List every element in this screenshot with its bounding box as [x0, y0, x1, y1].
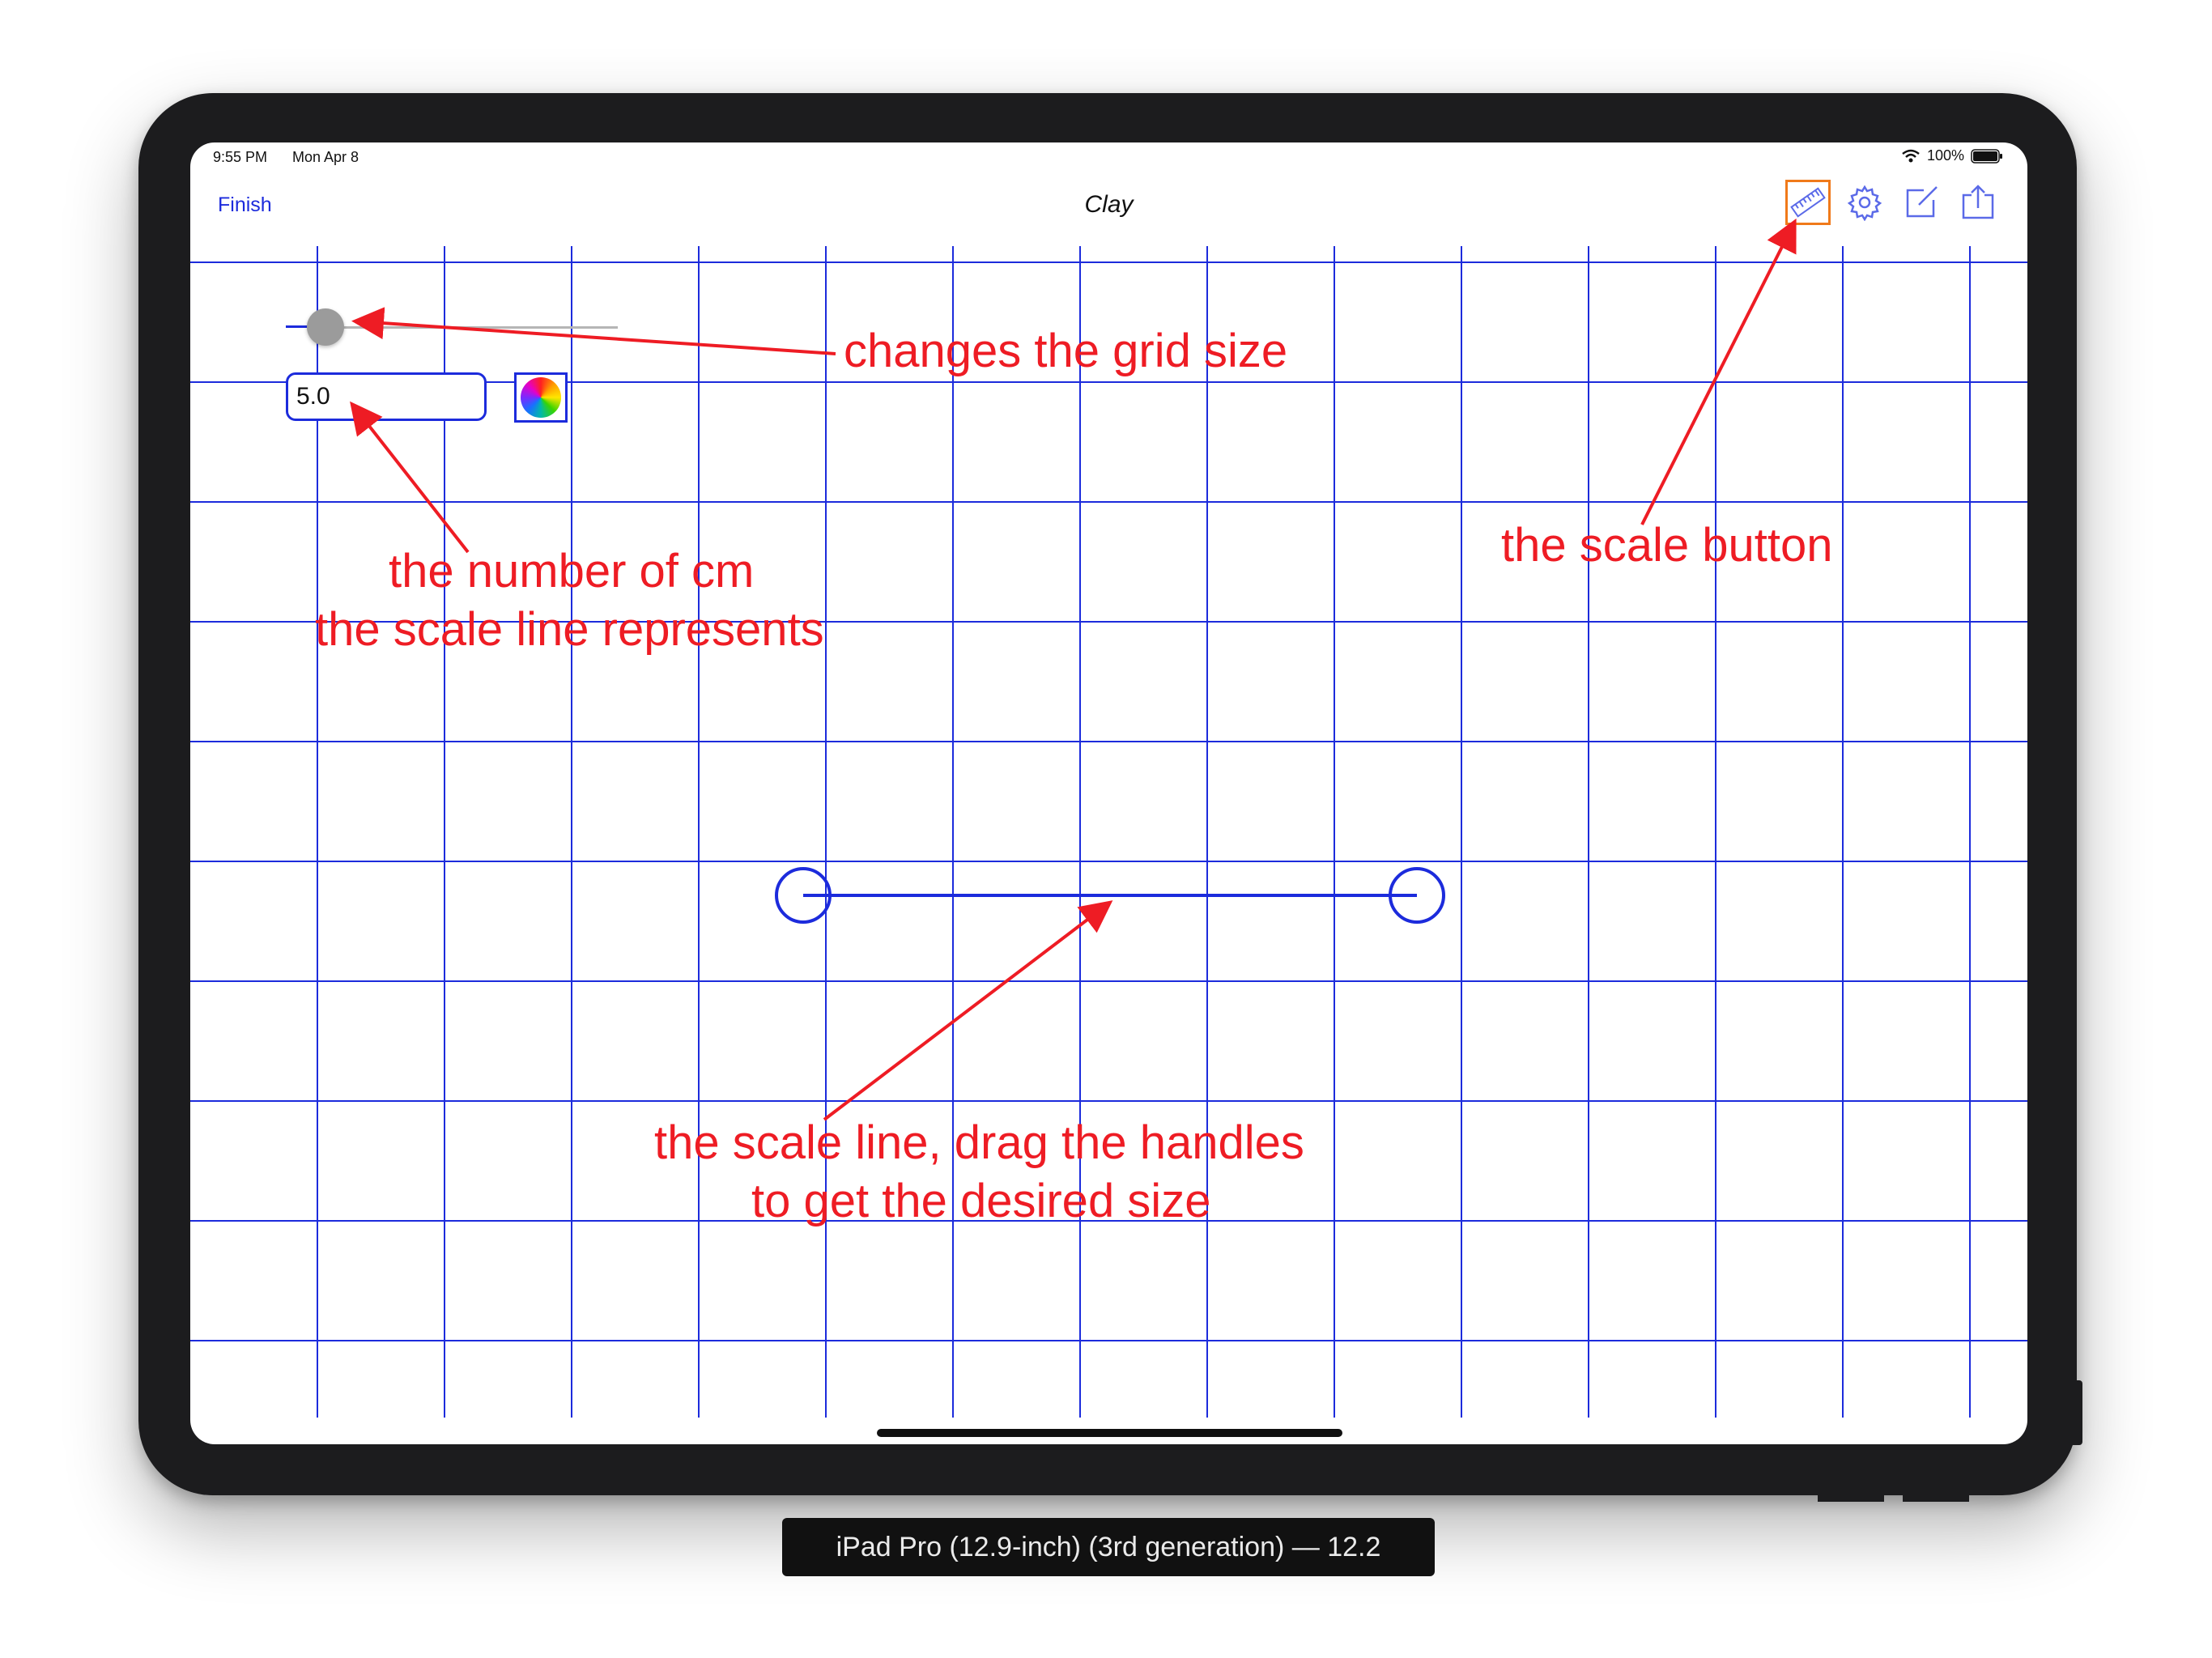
bottom-button-right: [1903, 1492, 1969, 1502]
battery-percent: 100%: [1926, 147, 1964, 164]
settings-button[interactable]: [1842, 180, 1887, 225]
gear-icon: [1847, 185, 1882, 221]
compose-icon: [1906, 186, 1938, 218]
annotation-cm-line1: the number of cm: [389, 545, 755, 597]
page-title: Clay: [1084, 191, 1134, 218]
share-icon: [1962, 185, 1994, 219]
cm-value-field[interactable]: [286, 372, 487, 421]
annotation-scale-line2: to get the desired size: [751, 1175, 1211, 1227]
annotation-scale-line1: the scale line, drag the handles: [654, 1116, 1304, 1169]
color-wheel-icon: [521, 377, 561, 418]
ruler-icon: [1790, 187, 1826, 218]
status-time: 9:55 PM: [213, 149, 268, 165]
volume-button: [2071, 1380, 2082, 1445]
slider-track-max: [318, 326, 618, 329]
share-button[interactable]: [1955, 180, 2001, 225]
device-caption: iPad Pro (12.9-inch) (3rd generation) — …: [782, 1518, 1435, 1576]
annotation-grid-size: changes the grid size: [844, 325, 1288, 377]
color-picker-button[interactable]: [514, 372, 568, 423]
home-indicator[interactable]: [877, 1429, 1342, 1437]
annotation-cm-line2: the scale line represents: [315, 603, 824, 656]
battery-icon: [1971, 148, 2002, 164]
grid-size-slider[interactable]: [286, 307, 618, 347]
scale-button[interactable]: [1785, 180, 1831, 225]
compose-button[interactable]: [1899, 180, 1944, 225]
slider-thumb[interactable]: [306, 308, 344, 346]
status-right: 100%: [1901, 147, 2003, 164]
wifi-icon: [1902, 149, 1920, 162]
bottom-button-left: [1818, 1492, 1884, 1502]
status-date: Mon Apr 8: [292, 149, 359, 165]
annotation-scale-button: the scale button: [1501, 519, 1833, 572]
